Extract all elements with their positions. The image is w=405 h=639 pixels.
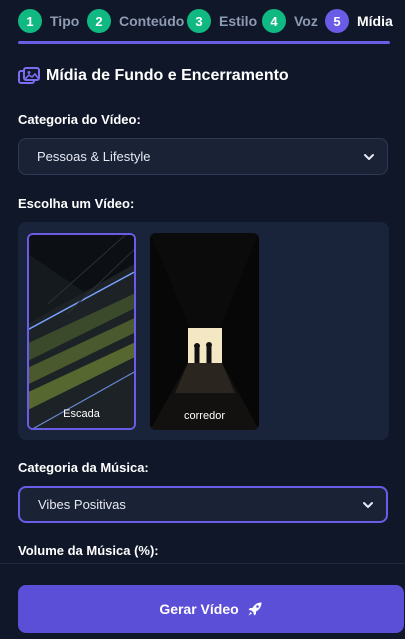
section-title: Mídia de Fundo e Encerramento [46, 67, 289, 84]
music-volume-label: Volume da Música (%): [18, 543, 159, 558]
step-progress-bar [18, 41, 390, 44]
media-images-icon [18, 67, 40, 84]
step-number: 1 [18, 9, 42, 33]
step-estilo[interactable]: 3 Estilo [187, 9, 257, 33]
step-label: Estilo [219, 13, 258, 29]
music-category-value: Vibes Positivas [38, 497, 126, 512]
step-label: Voz [294, 13, 318, 29]
video-category-label: Categoria do Vídeo: [18, 112, 141, 127]
video-caption: corredor [184, 410, 225, 422]
video-category-select[interactable]: Pessoas & Lifestyle [18, 138, 388, 175]
chevron-down-icon [364, 153, 374, 160]
video-grid: Escada corredor [18, 222, 389, 440]
section-header: Mídia de Fundo e Encerramento [18, 66, 289, 86]
tunnel-thumbnail [150, 233, 259, 430]
step-label: Conteúdo [119, 13, 185, 29]
step-midia[interactable]: 5 Mídia [325, 9, 393, 33]
step-tipo[interactable]: 1 Tipo [18, 9, 79, 33]
footer-divider [0, 563, 405, 564]
video-card-escada[interactable]: Escada [27, 233, 136, 430]
music-category-select[interactable]: Vibes Positivas [18, 486, 388, 523]
step-conteudo[interactable]: 2 Conteúdo [87, 9, 184, 33]
step-number: 2 [87, 9, 111, 33]
video-caption: Escada [63, 408, 100, 420]
chevron-down-icon [363, 501, 373, 508]
step-number: 5 [325, 9, 349, 33]
escalator-thumbnail [29, 235, 134, 428]
video-category-value: Pessoas & Lifestyle [37, 149, 151, 164]
video-card-corredor[interactable]: corredor [150, 233, 259, 430]
step-label: Tipo [50, 13, 80, 29]
rocket-icon [248, 602, 262, 616]
video-choice-label: Escolha um Vídeo: [18, 196, 135, 211]
generate-video-label: Gerar Vídeo [159, 601, 239, 617]
step-label: Mídia [357, 13, 393, 29]
wizard-stepper: 1 Tipo 2 Conteúdo 3 Estilo 4 Voz 5 Mídia [0, 0, 405, 46]
step-number: 4 [262, 9, 286, 33]
generate-video-button[interactable]: Gerar Vídeo [18, 585, 404, 633]
step-voz[interactable]: 4 Voz [262, 9, 318, 33]
step-number: 3 [187, 9, 211, 33]
music-category-label: Categoria da Música: [18, 460, 149, 475]
